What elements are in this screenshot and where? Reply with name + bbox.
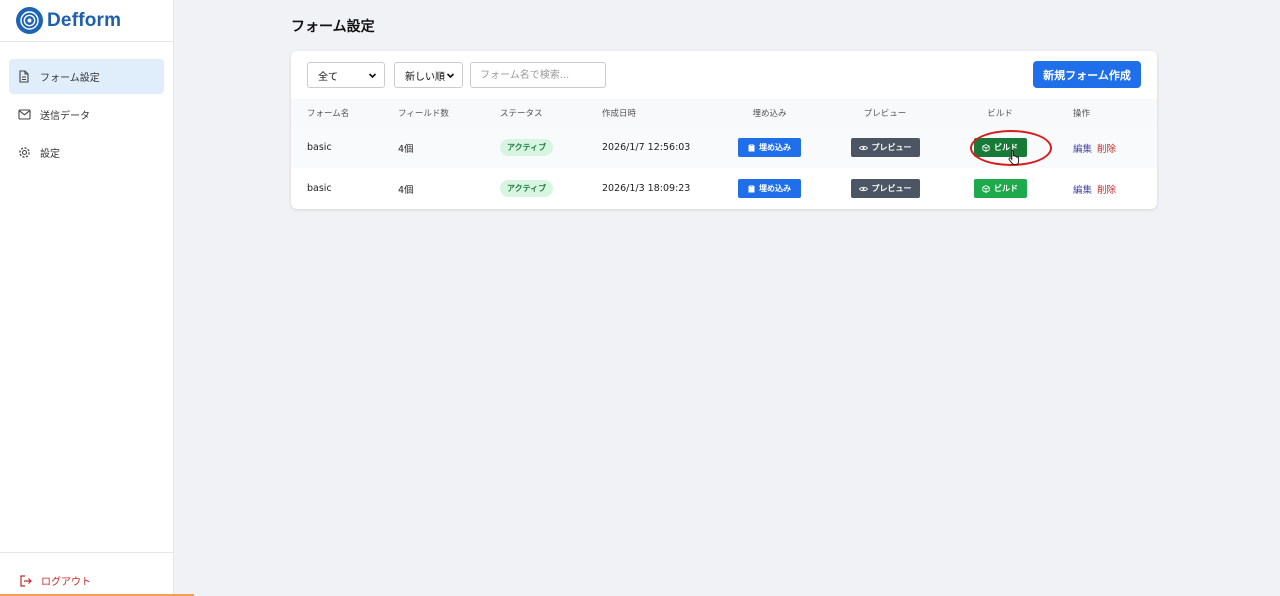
- sidebar-nav: フォーム設定 送信データ 設定: [0, 42, 173, 170]
- sidebar-item-label: フォーム設定: [40, 73, 100, 84]
- status-filter-value: 全て: [318, 71, 338, 83]
- sidebar: Defform フォーム設定 送信データ 設定 ログアウト: [0, 0, 174, 596]
- column-header: フィールド数: [398, 109, 449, 119]
- page-title: フォーム設定: [291, 19, 375, 35]
- forms-card: 全て 新しい順 新規フォーム作成 フォーム名 フィールド数 ステータス 作成日時…: [291, 51, 1157, 209]
- status-cell: アクティブ: [484, 127, 586, 168]
- field-count-cell: 4個: [398, 143, 414, 155]
- logout-icon: [19, 574, 33, 588]
- sort-order-value: 新しい順: [405, 71, 445, 83]
- table-header-row: フォーム名 フィールド数 ステータス 作成日時 埋め込み プレビュー ビルド 操…: [291, 99, 1157, 127]
- actions-cell: 編集 削除: [1057, 127, 1157, 168]
- search-input[interactable]: [470, 62, 606, 88]
- eye-icon: [858, 145, 868, 151]
- sidebar-item-forms[interactable]: フォーム設定: [9, 59, 164, 94]
- table-row: basic 4個 アクティブ 2026/1/3 18:09:23 埋め込み プレ…: [291, 168, 1157, 209]
- preview-button-label: プレビュー: [871, 184, 912, 193]
- form-name-cell: basic: [307, 142, 332, 153]
- status-filter-select[interactable]: 全て: [307, 62, 385, 88]
- mail-icon: [17, 108, 31, 122]
- column-header: 操作: [1073, 109, 1091, 119]
- build-button-label: ビルド: [994, 143, 1018, 152]
- sidebar-footer: ログアウト: [0, 552, 173, 596]
- actions-cell: 編集 削除: [1057, 168, 1157, 209]
- build-button-label: ビルド: [994, 184, 1018, 193]
- embed-cell: 埋め込み: [712, 168, 827, 209]
- cube-icon: [982, 143, 990, 152]
- preview-button[interactable]: プレビュー: [850, 138, 920, 157]
- delete-link[interactable]: 削除: [1097, 185, 1116, 196]
- embed-button[interactable]: 埋め込み: [738, 179, 801, 198]
- preview-cell: プレビュー: [827, 127, 943, 168]
- field-count-cell: 4個: [398, 184, 414, 196]
- created-at-cell: 2026/1/7 12:56:03: [602, 142, 691, 153]
- sidebar-item-label: 送信データ: [40, 111, 90, 122]
- table-row: basic 4個 アクティブ 2026/1/7 12:56:03 埋め込み プレ…: [291, 127, 1157, 168]
- logout-button[interactable]: ログアウト: [19, 573, 91, 588]
- toolbar: 全て 新しい順 新規フォーム作成: [291, 51, 1157, 99]
- column-header: 作成日時: [602, 109, 637, 119]
- embed-cell: 埋め込み: [712, 127, 827, 168]
- status-cell: アクティブ: [484, 168, 586, 209]
- embed-button-label: 埋め込み: [759, 143, 791, 152]
- sidebar-item-submissions[interactable]: 送信データ: [9, 97, 164, 132]
- status-badge: アクティブ: [500, 180, 554, 197]
- build-button[interactable]: ビルド: [973, 179, 1027, 198]
- column-header: ステータス: [500, 109, 543, 119]
- app-logo[interactable]: Defform: [0, 0, 173, 42]
- document-icon: [17, 70, 31, 84]
- edit-link[interactable]: 編集: [1073, 144, 1092, 155]
- sidebar-item-label: 設定: [40, 149, 60, 160]
- clipboard-icon: [748, 143, 755, 152]
- column-header: 埋め込み: [752, 109, 787, 119]
- preview-button[interactable]: プレビュー: [850, 179, 920, 198]
- chevron-down-icon: [446, 71, 455, 83]
- status-badge: アクティブ: [500, 139, 554, 156]
- new-form-button[interactable]: 新規フォーム作成: [1033, 61, 1141, 88]
- build-cell: ビルド: [943, 168, 1057, 209]
- cube-icon: [982, 184, 990, 193]
- created-at-cell: 2026/1/3 18:09:23: [602, 183, 691, 194]
- build-cell: ビルド: [943, 127, 1057, 168]
- app-name: Defform: [47, 9, 122, 31]
- column-header: プレビュー: [863, 109, 907, 119]
- preview-cell: プレビュー: [827, 168, 943, 209]
- edit-link[interactable]: 編集: [1073, 185, 1092, 196]
- embed-button[interactable]: 埋め込み: [738, 138, 801, 157]
- form-name-cell: basic: [307, 183, 332, 194]
- logo-icon: [16, 7, 43, 34]
- build-button[interactable]: ビルド: [973, 138, 1027, 157]
- delete-link[interactable]: 削除: [1097, 144, 1116, 155]
- clipboard-icon: [748, 184, 755, 193]
- preview-button-label: プレビュー: [871, 143, 912, 152]
- eye-icon: [858, 186, 868, 192]
- logout-label: ログアウト: [41, 577, 91, 588]
- column-header: フォーム名: [307, 109, 350, 119]
- sidebar-item-settings[interactable]: 設定: [9, 135, 164, 170]
- embed-button-label: 埋め込み: [759, 184, 791, 193]
- sort-order-select[interactable]: 新しい順: [394, 62, 463, 88]
- column-header: ビルド: [987, 109, 1013, 119]
- chevron-down-icon: [368, 71, 377, 83]
- gear-icon: [17, 146, 31, 160]
- forms-table: フォーム名 フィールド数 ステータス 作成日時 埋め込み プレビュー ビルド 操…: [291, 99, 1157, 209]
